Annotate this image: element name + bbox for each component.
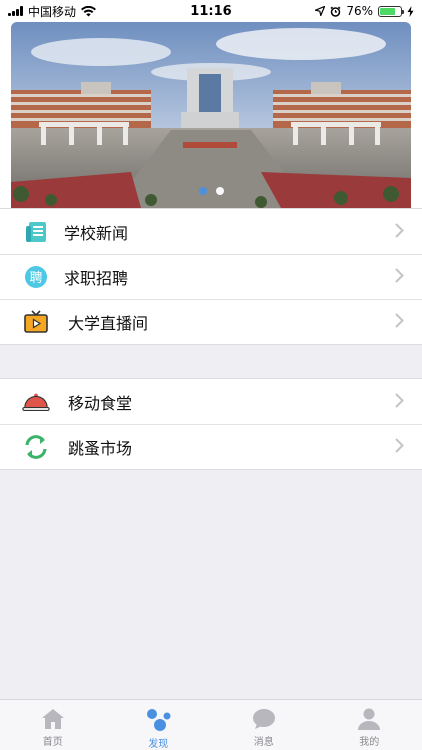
tab-mine[interactable]: 我的 (317, 700, 422, 750)
carousel-dot-2[interactable] (215, 187, 224, 195)
campus-photo (11, 22, 411, 208)
menu-item-mobile-canteen[interactable]: 移动食堂 (0, 379, 422, 424)
battery-percent: 76% (346, 4, 373, 18)
status-right: 76% (315, 4, 414, 18)
tv-live-icon (22, 308, 50, 336)
tab-label: 首页 (42, 737, 63, 748)
menu-item-flea-market[interactable]: 跳蚤市场 (0, 424, 422, 469)
carousel-dots (0, 187, 422, 195)
recruit-icon-text: 聘 (29, 271, 42, 286)
tab-discover[interactable]: 发现 (106, 700, 212, 750)
chevron-right-icon (395, 438, 404, 453)
carousel-dot-1[interactable] (198, 187, 207, 195)
tab-label: 我的 (359, 737, 380, 748)
battery-icon (378, 5, 404, 17)
discover-icon (147, 709, 171, 731)
newspaper-icon (22, 218, 50, 246)
carrier-name: 中国移动 (28, 4, 77, 19)
signal-icon (8, 6, 23, 16)
chevron-right-icon (395, 313, 404, 328)
charging-bolt-icon (407, 5, 414, 17)
menu-group-1: 学校新闻 聘 求职招聘 大学直播间 (0, 208, 422, 345)
wifi-icon (81, 5, 97, 16)
recruit-icon: 聘 (22, 263, 50, 291)
banner-carousel[interactable] (0, 22, 422, 209)
menu-item-job-recruitment[interactable]: 聘 求职招聘 (0, 254, 422, 299)
tab-bar: 首页 发现 消息 我的 (0, 699, 422, 750)
tab-messages[interactable]: 消息 (211, 700, 317, 750)
menu-group-2: 移动食堂 跳蚤市场 (0, 378, 422, 470)
tab-label: 发现 (148, 739, 169, 750)
chevron-right-icon (395, 223, 404, 238)
status-bar: 中国移动 11:16 76% (0, 0, 422, 22)
menu-label: 求职招聘 (64, 268, 129, 288)
chat-bubble-icon (252, 709, 275, 729)
tab-home[interactable]: 首页 (0, 700, 106, 750)
menu-item-school-news[interactable]: 学校新闻 (0, 209, 422, 254)
menu-item-live-room[interactable]: 大学直播间 (0, 299, 422, 344)
menu-label: 移动食堂 (68, 393, 133, 413)
food-cloche-icon (22, 388, 50, 416)
tab-label: 消息 (253, 737, 274, 748)
person-icon (358, 708, 381, 730)
menu-label: 大学直播间 (68, 313, 149, 333)
chevron-right-icon (395, 393, 404, 408)
alarm-clock-icon (330, 6, 341, 17)
location-arrow-icon (315, 6, 326, 16)
home-icon (41, 709, 64, 729)
exchange-arrows-icon (22, 433, 50, 461)
menu-label: 跳蚤市场 (68, 438, 133, 458)
chevron-right-icon (395, 268, 404, 283)
status-left: 中国移动 (8, 3, 97, 20)
menu-label: 学校新闻 (64, 223, 129, 243)
battery-fill (380, 7, 396, 15)
